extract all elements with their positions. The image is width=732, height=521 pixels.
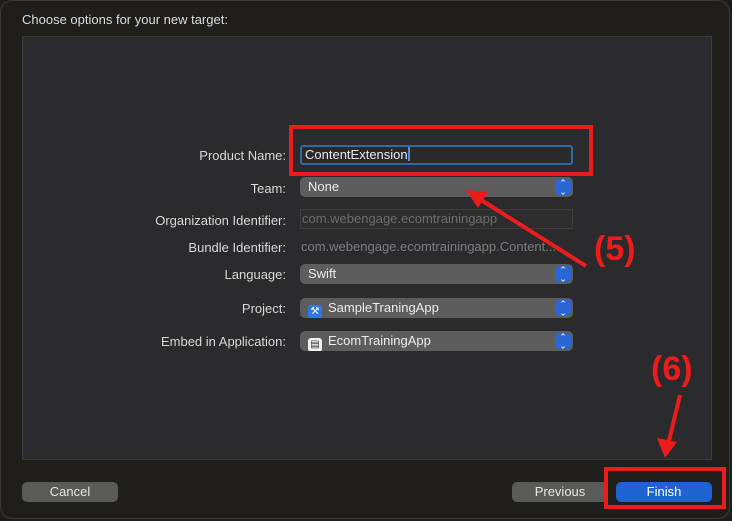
- chevron-up-down-icon: ⌃ ⌃: [555, 300, 571, 317]
- language-popup[interactable]: Swift ⌃ ⌃: [300, 264, 573, 284]
- team-label: Team:: [250, 181, 286, 196]
- product-name-label: Product Name:: [199, 148, 286, 163]
- embed-in-application-popup[interactable]: ▤ EcomTrainingApp ⌃ ⌃: [300, 331, 573, 351]
- project-label: Project:: [241, 301, 286, 316]
- bundle-identifier-label: Bundle Identifier:: [188, 240, 286, 255]
- chevron-up-down-icon: ⌃ ⌃: [555, 179, 571, 196]
- xcode-project-icon: ⚒: [308, 305, 322, 318]
- organization-identifier-input[interactable]: com.webengage.ecomtrainingapp: [300, 209, 573, 229]
- organization-identifier-placeholder: com.webengage.ecomtrainingapp: [302, 211, 498, 226]
- language-value: Swift: [308, 266, 337, 281]
- embed-in-application-label: Embed in Application:: [160, 334, 286, 349]
- team-value: None: [308, 179, 340, 194]
- language-label: Language:: [224, 267, 286, 282]
- previous-button[interactable]: Previous: [512, 482, 608, 502]
- project-value: SampleTraningApp: [328, 300, 439, 315]
- embed-in-application-value: EcomTrainingApp: [328, 333, 431, 348]
- annotation-label-step6: (6): [651, 350, 693, 388]
- cancel-button[interactable]: Cancel: [22, 482, 118, 502]
- annotation-box-finish: [604, 467, 726, 509]
- bundle-identifier-value: com.webengage.ecomtrainingapp.Content...: [301, 239, 557, 254]
- annotation-box-product-name: [289, 125, 593, 176]
- project-popup[interactable]: ⚒ SampleTraningApp ⌃ ⌃: [300, 298, 573, 318]
- team-popup[interactable]: None ⌃ ⌃: [300, 177, 573, 197]
- annotation-label-step5: (5): [594, 230, 636, 268]
- organization-identifier-label: Organization Identifier:: [155, 213, 286, 228]
- app-icon: ▤: [308, 338, 322, 351]
- chevron-up-down-icon: ⌃ ⌃: [555, 333, 571, 350]
- chevron-up-down-icon: ⌃ ⌃: [555, 266, 571, 283]
- dialog-title: Choose options for your new target:: [22, 12, 228, 27]
